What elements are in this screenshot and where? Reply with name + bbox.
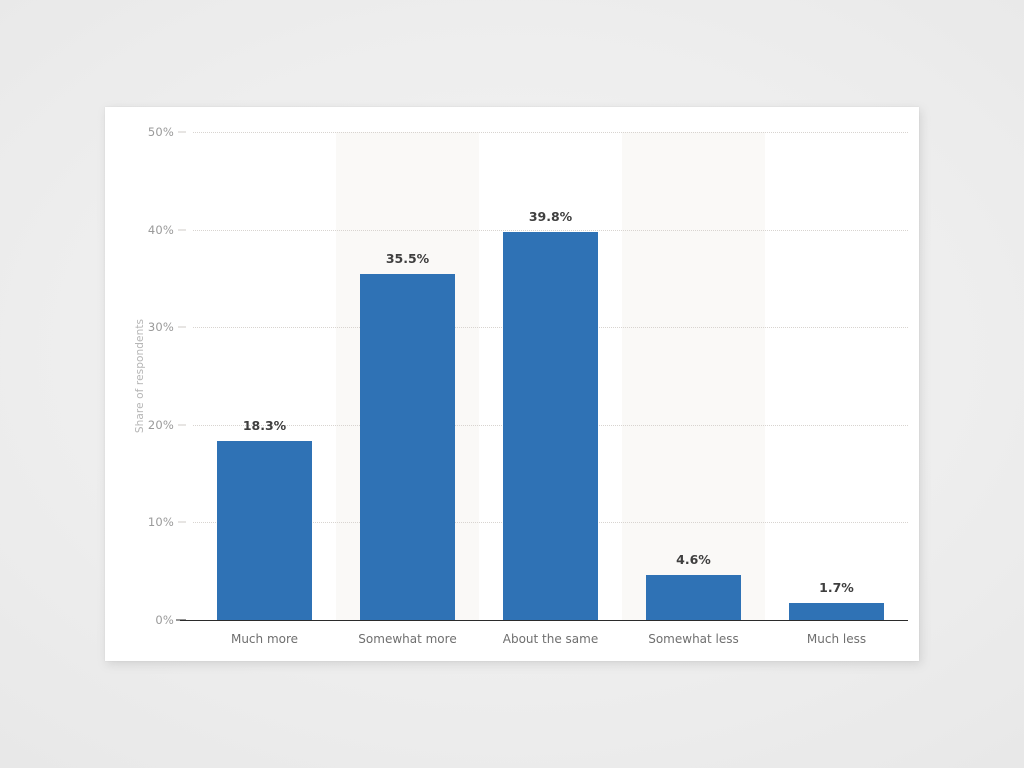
bar[interactable]: 39.8% — [503, 209, 598, 620]
chart-card: Share of respondents 0% 10% 20% 30% 40% 50% 1… — [105, 107, 919, 661]
y-axis-title-label: Share of respondents — [134, 318, 147, 434]
x-axis-category-label: About the same — [502, 632, 599, 646]
x-axis-category-label: Much more — [230, 632, 299, 646]
x-axis-category-label: Much less — [806, 632, 867, 646]
x-axis-line — [193, 620, 908, 621]
y-axis-tick-label: 40% — [147, 222, 174, 237]
gridline — [193, 132, 908, 133]
bar-value-label: 4.6% — [676, 552, 711, 568]
x-axis-category-label: Somewhat more — [358, 632, 457, 646]
y-axis-tick-label: 30% — [147, 320, 174, 335]
y-axis-tick-mark — [178, 131, 186, 133]
y-axis-tick-label: 50% — [147, 125, 174, 139]
bar-value-label: 39.8% — [528, 208, 573, 224]
bar[interactable]: 35.5% — [360, 251, 455, 620]
y-axis-tick-label: 0% — [155, 613, 174, 627]
y-axis-tick-mark — [178, 229, 186, 231]
y-axis-tick-mark — [178, 521, 186, 523]
bar-value-label: 18.3% — [242, 418, 287, 434]
bar[interactable]: 18.3% — [217, 418, 312, 620]
y-axis-tick-label: 10% — [147, 515, 174, 530]
y-axis-tick-label: 20% — [147, 417, 174, 432]
category-band — [622, 132, 765, 620]
bar[interactable]: 1.7% — [789, 580, 884, 620]
y-axis-tick-mark — [178, 424, 186, 426]
bar-value-label: 35.5% — [385, 250, 430, 266]
plot-area: 0% 10% 20% 30% 40% 50% 18.3% 35.5% 39.8% 4.6% 1.7… — [148, 125, 908, 646]
bar-value-label: 1.7% — [819, 580, 854, 596]
y-axis-tick-mark — [178, 326, 186, 328]
x-axis-line-stub — [180, 620, 193, 621]
y-axis-title: Share of respondents — [132, 132, 148, 620]
x-axis-category-label: Somewhat less — [648, 632, 739, 646]
gridline — [193, 229, 908, 231]
bar[interactable]: 4.6% — [646, 552, 741, 620]
